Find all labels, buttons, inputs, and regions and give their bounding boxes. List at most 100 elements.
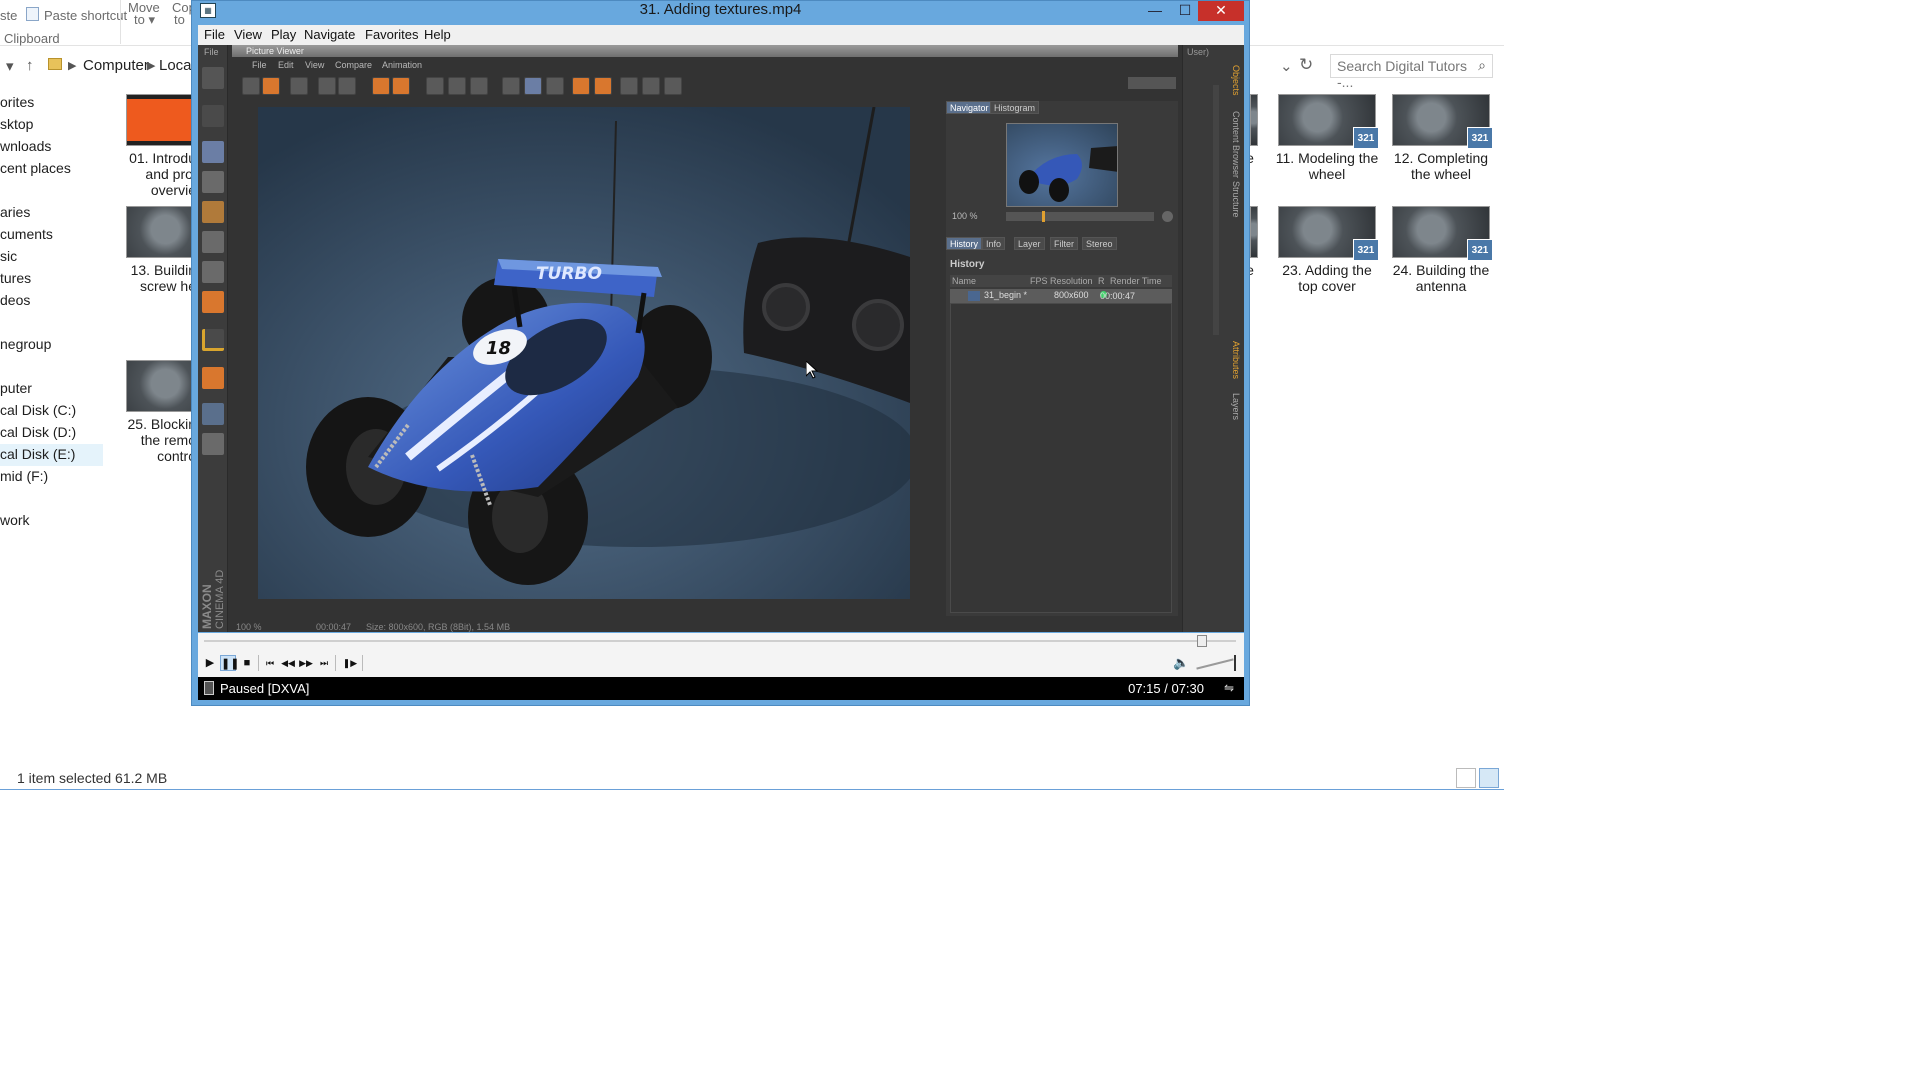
minimize-icon[interactable]: — [1140, 1, 1170, 21]
ribbon-divider [120, 0, 121, 44]
nav-videos[interactable]: deos [0, 292, 30, 308]
search-icon[interactable]: ⌕ [1478, 57, 1486, 74]
badge-321: 321 [1467, 127, 1493, 149]
navigator-zoom-handle [1042, 211, 1045, 222]
video-frame[interactable]: File MAXON CINEMA 4D Picture Viewer File… [198, 45, 1244, 632]
menu-help[interactable]: Help [424, 27, 451, 42]
search-input[interactable]: Search Digital Tutors -... ⌕ [1330, 54, 1493, 90]
file-label[interactable]: 13. Buildin screw he [96, 262, 196, 294]
points-mode-icon [202, 231, 224, 253]
compare-icon [502, 77, 520, 95]
nav-local-disk-d[interactable]: cal Disk (D:) [0, 424, 76, 440]
copy-to-dropdown[interactable]: to [174, 12, 185, 27]
up-arrow-icon[interactable]: ↑ [26, 57, 34, 74]
large-icons-view-icon[interactable] [1479, 768, 1499, 788]
chevron-down-icon[interactable]: ▾ [6, 57, 14, 75]
picture-viewer-status: 100 % 00:00:47 Size: 800x600, RGB (8Bit)… [236, 622, 511, 632]
move-to-dropdown[interactable]: to ▾ [134, 12, 155, 28]
nav-local-disk-e[interactable]: cal Disk (E:) [0, 444, 103, 466]
nav-libraries[interactable]: aries [0, 204, 30, 220]
nav-network[interactable]: work [0, 512, 30, 528]
video-thumbnail[interactable]: 321 [1278, 206, 1379, 261]
nav-homegroup[interactable]: negroup [0, 336, 51, 352]
model-mode-icon [202, 141, 224, 163]
history-heading: History [950, 259, 985, 270]
navigator-zoom-slider [1006, 212, 1154, 221]
history-columns: Name FPS Resolution R Render Time [950, 275, 1172, 287]
details-view-icon[interactable] [1456, 768, 1476, 788]
file-label[interactable]: 24. Building the antenna [1376, 262, 1506, 294]
frame-step-icon[interactable]: ❚▶ [342, 655, 358, 671]
file-label[interactable]: 01. Introdu and proj overvie [96, 150, 196, 198]
tab-navigator: Navigator [946, 101, 993, 114]
c4d-file-label: File [204, 47, 219, 57]
tab-histogram: Histogram [990, 101, 1040, 114]
car-number: 18 [486, 338, 511, 359]
file-label[interactable]: 25. Blockin the remo contro [96, 416, 196, 464]
video-thumbnail[interactable]: 321 [1392, 206, 1493, 261]
file-label[interactable]: 11. Modeling the wheel [1262, 150, 1392, 182]
dock-tab-objects: Objects [1231, 65, 1241, 96]
edges-mode-icon [202, 261, 224, 283]
nav-desktop[interactable]: sktop [0, 116, 33, 132]
video-thumbnail[interactable]: 321 [1278, 94, 1379, 149]
nav-documents[interactable]: cuments [0, 226, 53, 242]
nav-drive-f[interactable]: mid (F:) [0, 468, 48, 484]
paste-shortcut-icon [26, 7, 39, 21]
axis-icon [202, 329, 224, 351]
playback-time: 07:15 / 07:30 [1128, 681, 1204, 696]
previous-icon[interactable]: ⏮ [262, 655, 278, 671]
seek-track[interactable] [204, 640, 1236, 642]
breadcrumb-local[interactable]: Local [159, 57, 195, 74]
menu-favorites[interactable]: Favorites [365, 27, 418, 42]
fullscreen-toggle-icon[interactable]: ⇋ [1224, 681, 1234, 695]
volume-slider[interactable] [1196, 658, 1234, 670]
menu-navigate[interactable]: Navigate [304, 27, 355, 42]
maximize-icon[interactable]: ☐ [1170, 1, 1200, 21]
render-icon [470, 77, 488, 95]
fast-forward-icon[interactable]: ▶▶ [298, 655, 314, 671]
paste-shortcut-button[interactable]: Paste shortcut [44, 8, 127, 23]
refresh-icon[interactable]: ↻ [1299, 55, 1313, 75]
volume-handle[interactable] [1234, 655, 1236, 671]
badge-321: 321 [1467, 239, 1493, 261]
nav-favorites[interactable]: orites [0, 94, 34, 110]
menu-file[interactable]: File [204, 27, 225, 42]
player-title-bar[interactable]: ▦ 31. Adding textures.mp4 — ☐ ✕ [192, 1, 1249, 21]
picture-viewer-menu: File Edit View Compare Animation [252, 60, 423, 70]
breadcrumb-separator-icon: ▶ [68, 60, 77, 72]
nav-pictures[interactable]: tures [0, 270, 31, 286]
rewind-icon[interactable]: ◀◀ [280, 655, 296, 671]
pause-icon[interactable]: ❚❚ [220, 655, 239, 671]
wing-text: TURBO [536, 264, 602, 284]
nav-local-disk-c[interactable]: cal Disk (C:) [0, 402, 76, 418]
menu-view[interactable]: View [234, 27, 262, 42]
controls-divider [258, 655, 259, 671]
file-label[interactable]: 12. Completing the wheel [1376, 150, 1506, 182]
close-icon[interactable]: ✕ [1198, 1, 1244, 21]
player-status-bar: Paused [DXVA] 07:15 / 07:30 ⇋ [198, 677, 1244, 700]
address-dropdown-icon[interactable]: ⌄ [1280, 57, 1293, 75]
video-thumbnail[interactable] [1250, 206, 1258, 258]
dock-tab-structure: Structure [1231, 181, 1241, 218]
grid-icon [290, 77, 308, 95]
breadcrumb-computer[interactable]: Computer [83, 57, 149, 74]
next-icon[interactable]: ⏭ [316, 655, 332, 671]
nav-computer[interactable]: puter [0, 380, 32, 396]
video-thumbnail[interactable]: 321 [1392, 94, 1493, 149]
nav-music[interactable]: sic [0, 248, 17, 264]
play-icon[interactable]: ▶ [202, 655, 218, 671]
file-label[interactable]: 23. Adding the top cover [1262, 262, 1392, 294]
video-thumbnail[interactable] [1250, 94, 1258, 146]
seek-bar[interactable] [198, 633, 1244, 649]
texture-mode-icon [202, 171, 224, 193]
menu-play[interactable]: Play [271, 27, 296, 42]
ribbon-paste-label[interactable]: ste [0, 8, 17, 23]
nav-downloads[interactable]: wnloads [0, 138, 51, 154]
render-image: 18 TURBO [258, 107, 910, 599]
stop-icon[interactable]: ■ [239, 655, 255, 671]
nav-recent-places[interactable]: cent places [0, 160, 71, 176]
seek-handle[interactable] [1196, 635, 1207, 647]
volume-icon[interactable]: 🔈 [1173, 655, 1189, 671]
lock-grid-icon [202, 403, 224, 425]
